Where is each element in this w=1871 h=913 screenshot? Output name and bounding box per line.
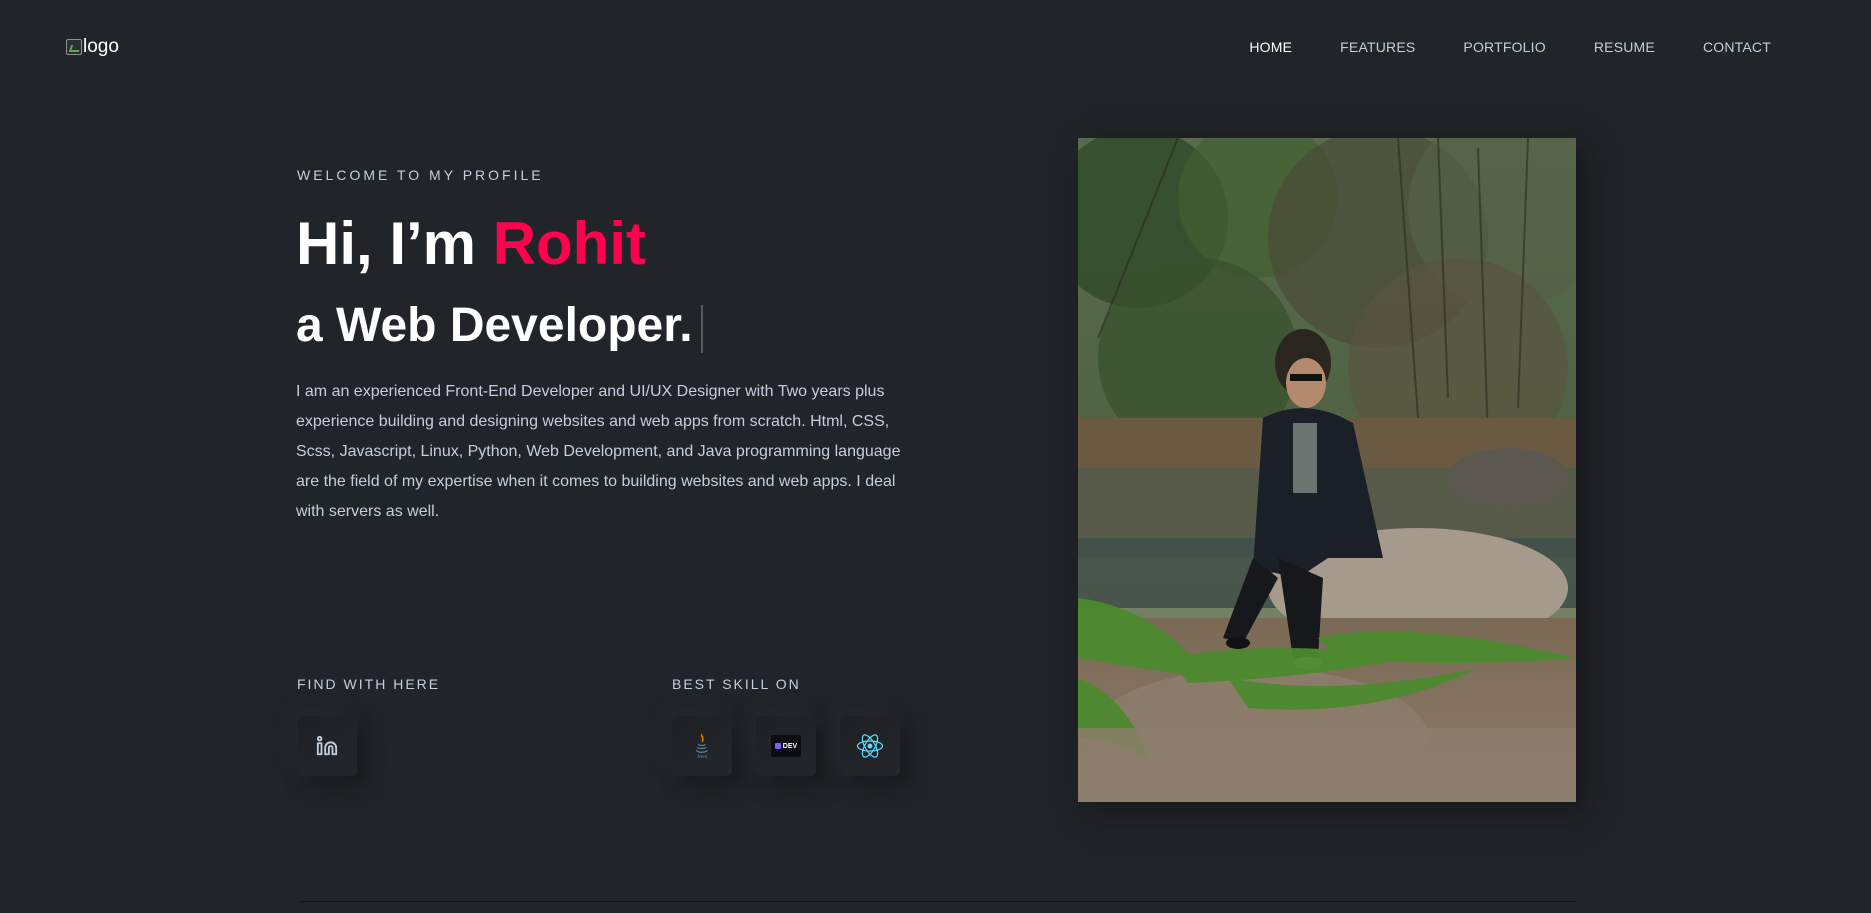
dev-badge-label: DEV [782, 742, 798, 750]
nav-portfolio[interactable]: PORTFOLIO [1463, 39, 1545, 55]
hero-subtitle: a Web Developer. [296, 293, 703, 359]
dev-skill-button[interactable]: DEV [756, 716, 816, 776]
typing-cursor [700, 305, 703, 353]
linkedin-button[interactable] [297, 716, 357, 776]
react-icon [856, 734, 884, 758]
profile-photo-image [1078, 138, 1576, 802]
hero-greeting: Hi, I’m [296, 210, 493, 277]
site-header: logo HOME FEATURES PORTFOLIO RESUME CONT… [0, 0, 1871, 98]
find-section-title: FIND WITH HERE [297, 676, 441, 692]
hero-bio: I am an experienced Front-End Developer … [296, 383, 901, 520]
profile-photo [1078, 138, 1576, 802]
skill-section-title: BEST SKILL ON [672, 676, 801, 692]
java-icon: Java [696, 733, 708, 759]
logo[interactable]: logo [66, 36, 119, 58]
linkedin-icon [316, 735, 338, 756]
welcome-kicker: WELCOME TO MY PROFILE [297, 167, 544, 183]
hero-name: Rohit [492, 210, 646, 277]
nav-features[interactable]: FEATURES [1340, 39, 1415, 55]
hero-headline: Hi, I’m Rohit [296, 206, 646, 282]
main-nav: HOME FEATURES PORTFOLIO RESUME CONTACT [1201, 39, 1771, 55]
hero-subtitle-text: a Web Developer. [296, 299, 693, 352]
broken-image-icon [66, 39, 82, 55]
nav-home[interactable]: HOME [1249, 39, 1292, 55]
dev-icon: DEV [771, 735, 801, 757]
section-divider [300, 901, 1576, 902]
nav-contact[interactable]: CONTACT [1703, 39, 1771, 55]
logo-alt-text: logo [83, 36, 119, 57]
nav-resume[interactable]: RESUME [1594, 39, 1655, 55]
svg-text:Java: Java [697, 754, 708, 759]
react-skill-button[interactable] [840, 716, 900, 776]
java-skill-button[interactable]: Java [672, 716, 732, 776]
